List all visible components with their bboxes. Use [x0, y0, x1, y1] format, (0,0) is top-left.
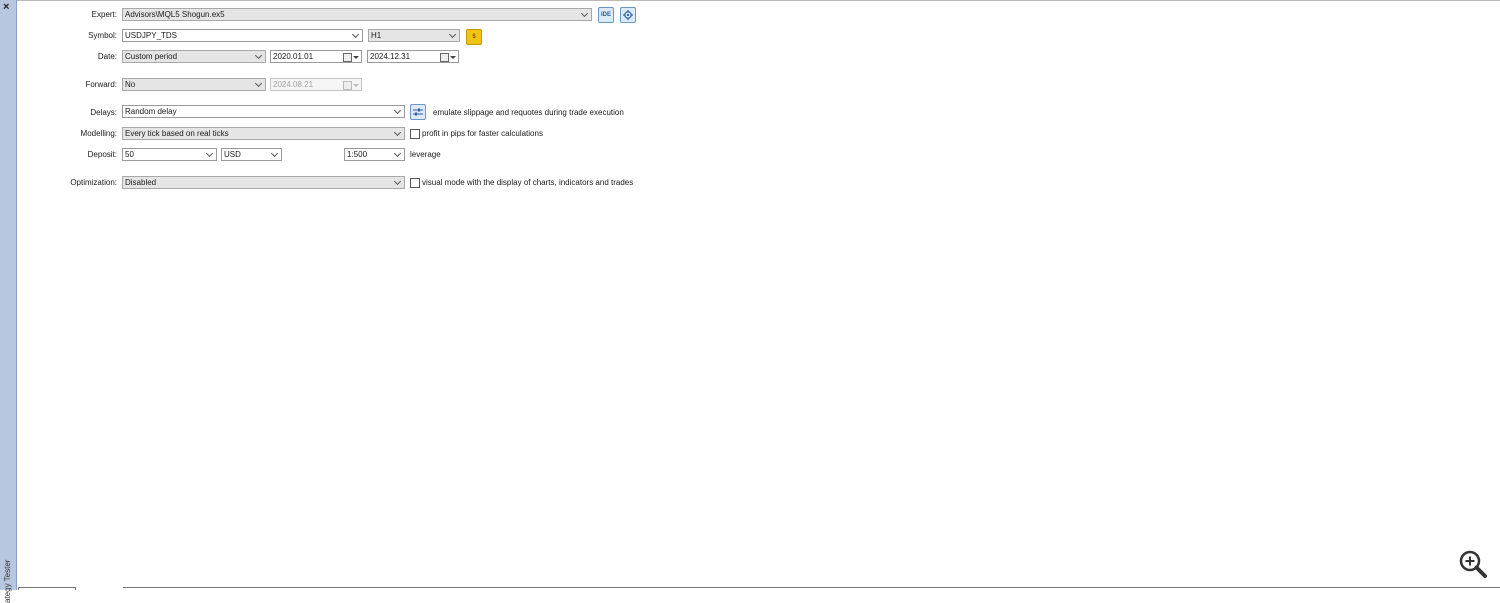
- modelling-label: Modelling:: [80, 129, 117, 138]
- delays-select[interactable]: Random delay: [122, 105, 405, 118]
- date-label: Date:: [97, 52, 117, 61]
- symbol-label: Symbol:: [88, 31, 117, 40]
- calendar-icon: [343, 81, 352, 90]
- strategy-tester-sidebar: × ategy Tester: [0, 0, 17, 603]
- expert-value: Advisors\MQL5 Shogun.ex5: [125, 10, 225, 19]
- coin-icon: $: [472, 34, 476, 40]
- chevron-down-icon: [393, 177, 402, 186]
- chevron-down-icon: [351, 30, 360, 39]
- dropdown-arrow-icon: [353, 56, 359, 59]
- expert-label: Expert:: [91, 10, 117, 19]
- panel-title: ategy Tester: [3, 559, 12, 603]
- date-period-value: Custom period: [125, 52, 178, 61]
- optimization-value: Disabled: [125, 178, 157, 187]
- date-to-value: 2024.12.31: [370, 52, 411, 61]
- modelling-select[interactable]: Every tick based on real ticks: [122, 127, 405, 140]
- forward-date-value: 2024.08.21: [273, 80, 314, 89]
- delays-value: Random delay: [125, 107, 177, 116]
- forward-label: Forward:: [85, 80, 117, 89]
- forward-date-picker: 2024.08.21: [270, 78, 362, 91]
- dropdown-arrow-icon: [450, 56, 456, 59]
- date-period-select[interactable]: Custom period: [122, 50, 266, 63]
- chevron-down-icon: [393, 149, 402, 158]
- leverage-label: leverage: [410, 150, 441, 159]
- top-divider: [17, 0, 1500, 1]
- optimization-label: Optimization:: [70, 178, 117, 187]
- close-icon[interactable]: ×: [3, 1, 9, 13]
- zoom-in-icon[interactable]: [1458, 549, 1488, 579]
- chevron-down-icon: [254, 79, 263, 88]
- date-to-picker[interactable]: 2024.12.31: [367, 50, 459, 63]
- symbol-value: USDJPY_TDS: [125, 31, 178, 40]
- chevron-down-icon: [270, 149, 279, 158]
- deposit-amount-select[interactable]: 50: [122, 148, 217, 161]
- deposit-label: Deposit:: [87, 150, 117, 159]
- leverage-select[interactable]: 1:500: [344, 148, 405, 161]
- symbol-select[interactable]: USDJPY_TDS: [122, 29, 363, 42]
- profit-pips-label: profit in pips for faster calculations: [422, 129, 543, 138]
- profit-pips-checkbox[interactable]: [410, 129, 420, 139]
- currency-select[interactable]: USD: [221, 148, 282, 161]
- forward-select[interactable]: No: [122, 78, 266, 91]
- calendar-icon: [343, 53, 352, 62]
- chevron-down-icon: [448, 30, 457, 39]
- chevron-down-icon: [393, 106, 402, 115]
- calendar-icon: [440, 53, 449, 62]
- chevron-down-icon: [393, 128, 402, 137]
- expert-select[interactable]: Advisors\MQL5 Shogun.ex5: [122, 8, 592, 21]
- delays-note: emulate slippage and requotes during tra…: [433, 108, 624, 117]
- date-from-value: 2020.01.01: [273, 52, 314, 61]
- bottom-divider: [123, 587, 1500, 591]
- gear-icon: [623, 10, 633, 20]
- visual-mode-label: visual mode with the display of charts, …: [422, 178, 634, 187]
- timeframe-select[interactable]: H1: [368, 29, 460, 42]
- visual-mode-checkbox[interactable]: [410, 178, 420, 188]
- currency-value: USD: [224, 150, 241, 159]
- modelling-value: Every tick based on real ticks: [125, 129, 229, 138]
- expert-settings-button[interactable]: [620, 7, 636, 23]
- delays-settings-button[interactable]: [410, 104, 426, 120]
- symbol-spec-button[interactable]: $: [466, 29, 482, 45]
- chevron-down-icon: [205, 149, 214, 158]
- timeframe-value: H1: [371, 31, 382, 40]
- delays-label: Delays:: [90, 108, 117, 117]
- sliders-icon: [413, 108, 423, 116]
- date-from-picker[interactable]: 2020.01.01: [270, 50, 362, 63]
- deposit-amount-value: 50: [125, 150, 134, 159]
- chevron-down-icon: [580, 9, 589, 18]
- dropdown-arrow-icon: [353, 84, 359, 87]
- chevron-down-icon: [254, 51, 263, 60]
- optimization-select[interactable]: Disabled: [122, 176, 405, 189]
- leverage-value: 1:500: [347, 150, 368, 159]
- ide-button[interactable]: IDE: [598, 7, 614, 23]
- forward-value: No: [125, 80, 136, 89]
